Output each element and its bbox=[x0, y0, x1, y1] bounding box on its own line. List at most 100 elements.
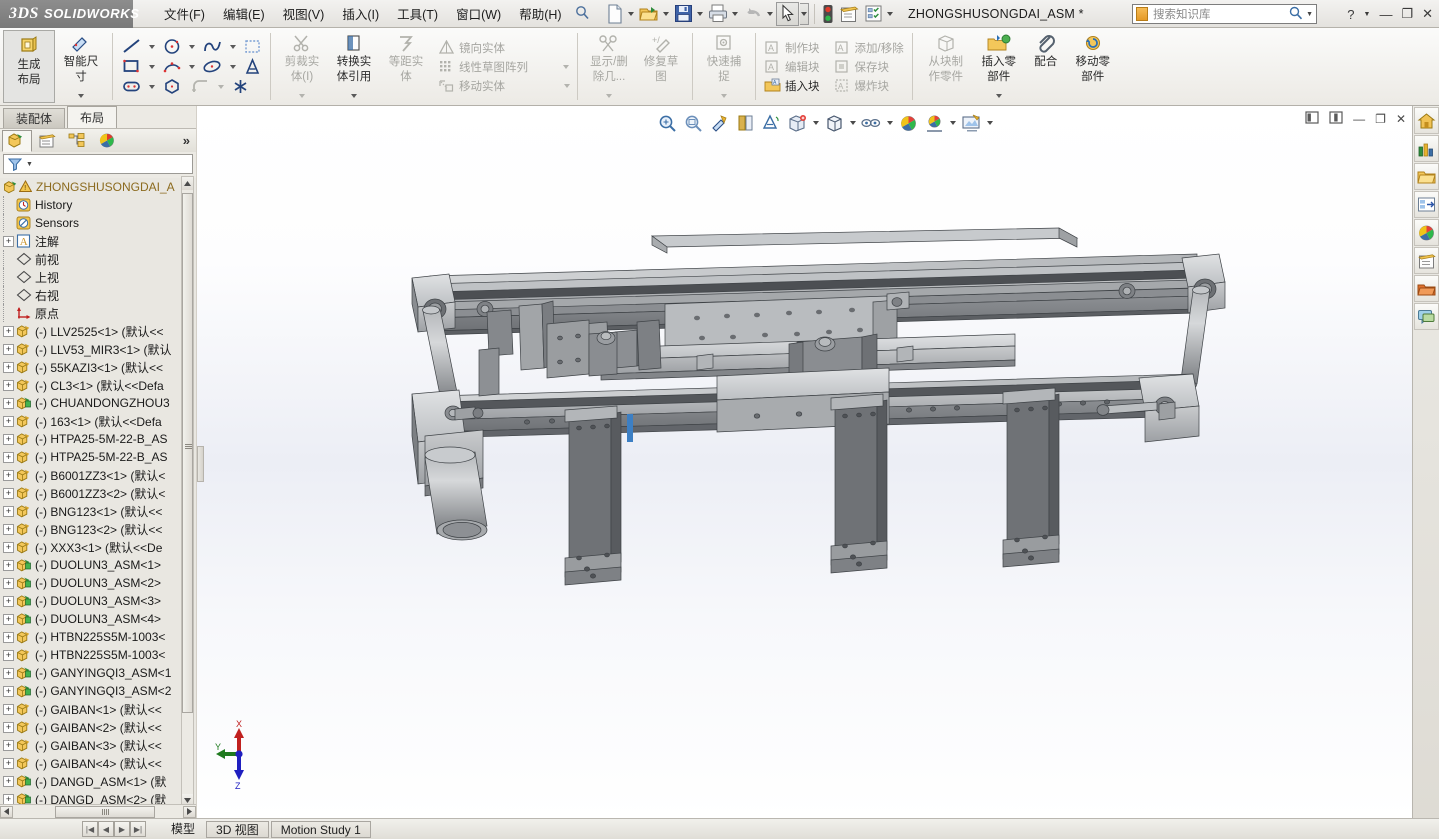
edit-block-button[interactable]: A 编辑块 bbox=[761, 58, 823, 76]
tree-expand-toggle[interactable]: + bbox=[3, 704, 14, 715]
slot-tool-dropdown[interactable] bbox=[147, 80, 157, 94]
convert-entities-dropdown[interactable] bbox=[349, 89, 359, 103]
solidworks-resources-icon[interactable] bbox=[1414, 107, 1439, 134]
feature-tree[interactable]: !ZHONGSHUSONGDAI_AHistorySensors+A注解前视上视… bbox=[0, 178, 196, 808]
open-document-dropdown[interactable] bbox=[662, 3, 671, 25]
menu-window[interactable]: 窗口(W) bbox=[447, 0, 510, 27]
quick-snaps-button[interactable]: 快速捕 捉 bbox=[698, 30, 750, 103]
move-entities-button[interactable]: 移动实体 bbox=[435, 77, 508, 95]
mirror-entities-button[interactable]: 镜向实体 bbox=[435, 39, 508, 57]
repair-sketch-button[interactable]: +/ 修复草 图 bbox=[635, 30, 687, 103]
tree-expand-toggle[interactable]: + bbox=[3, 632, 14, 643]
insert-block-button[interactable]: A 插入块 bbox=[761, 77, 823, 95]
tree-expand-toggle[interactable]: + bbox=[3, 398, 14, 409]
tree-expand-toggle[interactable]: + bbox=[3, 596, 14, 607]
line-tool-dropdown[interactable] bbox=[147, 40, 157, 54]
tree-expand-toggle[interactable]: + bbox=[3, 578, 14, 589]
print-document-button[interactable] bbox=[706, 2, 730, 26]
smart-dimension-dropdown[interactable] bbox=[76, 89, 86, 103]
tree-expand-toggle[interactable]: + bbox=[3, 794, 14, 805]
three-point-arc-button[interactable] bbox=[159, 57, 185, 76]
nav-next-button[interactable]: ▶ bbox=[114, 821, 130, 837]
tree-item[interactable]: +(-) GANYINGQI3_ASM<2 bbox=[0, 682, 196, 700]
nav-last-button[interactable]: ▶| bbox=[130, 821, 146, 837]
tree-expand-toggle[interactable]: + bbox=[3, 722, 14, 733]
file-properties-button[interactable] bbox=[837, 2, 861, 26]
tree-item[interactable]: !ZHONGSHUSONGDAI_A bbox=[0, 178, 196, 196]
mate-button[interactable]: 配合 bbox=[1024, 30, 1068, 103]
tree-scroll-thumb[interactable] bbox=[182, 193, 193, 713]
tree-expand-toggle[interactable]: + bbox=[3, 344, 14, 355]
tree-expand-toggle[interactable]: + bbox=[3, 362, 14, 373]
tree-item[interactable]: +(-) DUOLUN3_ASM<2> bbox=[0, 574, 196, 592]
rectangle-tool-dropdown[interactable] bbox=[147, 60, 157, 74]
tree-expand-toggle[interactable]: + bbox=[3, 560, 14, 571]
tree-item[interactable]: +(-) B6001ZZ3<2> (默认< bbox=[0, 484, 196, 502]
tree-item[interactable]: +(-) HTBN225S5M-1003< bbox=[0, 628, 196, 646]
sketch-text-button[interactable] bbox=[240, 57, 265, 76]
print-document-dropdown[interactable] bbox=[731, 3, 740, 25]
tree-expand-toggle[interactable]: + bbox=[3, 434, 14, 445]
sketch-point-button[interactable] bbox=[228, 77, 253, 96]
explode-block-button[interactable]: A 爆炸块 bbox=[831, 77, 893, 95]
panel-expand-chevron[interactable]: » bbox=[183, 133, 190, 148]
tree-expand-toggle[interactable]: + bbox=[3, 416, 14, 427]
three-point-arc-dropdown[interactable] bbox=[187, 60, 197, 74]
tree-item[interactable]: +(-) HTPA25-5M-22-B_AS bbox=[0, 430, 196, 448]
tree-item[interactable]: 原点 bbox=[0, 304, 196, 322]
quick-snaps-dropdown[interactable] bbox=[719, 89, 729, 103]
menu-edit[interactable]: 编辑(E) bbox=[214, 0, 274, 27]
bottom-tab-motion-study[interactable]: Motion Study 1 bbox=[271, 821, 371, 838]
hscroll-right-arrow[interactable] bbox=[183, 806, 196, 818]
tree-item[interactable]: +(-) CL3<1> (默认<<Defa bbox=[0, 376, 196, 394]
save-document-button[interactable] bbox=[672, 2, 695, 26]
select-tool-button[interactable] bbox=[776, 2, 799, 26]
menu-help[interactable]: 帮助(H) bbox=[510, 0, 570, 27]
tree-expand-toggle[interactable]: + bbox=[3, 452, 14, 463]
options-dropdown[interactable] bbox=[886, 3, 895, 25]
solidworks-forum-icon[interactable] bbox=[1414, 303, 1439, 330]
move-entities-dropdown[interactable] bbox=[562, 79, 572, 93]
open-document-button[interactable] bbox=[637, 2, 661, 26]
magnifier-icon[interactable] bbox=[1289, 6, 1303, 23]
file-explorer-icon[interactable] bbox=[1414, 163, 1439, 190]
circle-tool-dropdown[interactable] bbox=[187, 40, 197, 54]
offset-entities-button[interactable]: 等距实 体 bbox=[380, 30, 432, 103]
filter-dropdown-icon[interactable]: ▼ bbox=[26, 161, 33, 168]
smart-dimension-button[interactable]: 智能尺 寸 bbox=[55, 30, 107, 103]
sketch-fillet-dropdown[interactable] bbox=[216, 80, 226, 94]
close-icon[interactable]: ✕ bbox=[1422, 6, 1433, 22]
tree-item[interactable]: +(-) LLV2525<1> (默认<< bbox=[0, 322, 196, 340]
line-tool-button[interactable] bbox=[118, 37, 145, 56]
rebuild-button[interactable] bbox=[820, 2, 836, 26]
custom-properties-icon[interactable] bbox=[1414, 247, 1439, 274]
tree-item[interactable]: +(-) XXX3<1> (默认<<De bbox=[0, 538, 196, 556]
tree-expand-toggle[interactable]: + bbox=[3, 740, 14, 751]
convert-entities-button[interactable]: 转换实 体引用 bbox=[328, 30, 380, 103]
undo-dropdown[interactable] bbox=[766, 3, 775, 25]
tree-item[interactable]: +(-) CHUANDONGZHOU3 bbox=[0, 394, 196, 412]
display-delete-relations-button[interactable]: 显示/删 除几... bbox=[583, 30, 635, 103]
tree-expand-toggle[interactable]: + bbox=[3, 326, 14, 337]
tree-item[interactable]: +(-) DUOLUN3_ASM<4> bbox=[0, 610, 196, 628]
trim-entities-button[interactable]: 剪裁实 体(I) bbox=[276, 30, 328, 103]
sketch-fillet-button[interactable] bbox=[187, 77, 214, 96]
save-document-dropdown[interactable] bbox=[696, 3, 705, 25]
tree-item[interactable]: +(-) GAIBAN<1> (默认<< bbox=[0, 700, 196, 718]
appearances-scenes-icon[interactable] bbox=[1414, 219, 1439, 246]
tree-item[interactable]: +(-) DUOLUN3_ASM<3> bbox=[0, 592, 196, 610]
feature-manager-tree-icon[interactable] bbox=[2, 130, 32, 152]
tree-item[interactable]: +(-) DANGD_ASM<1> (默 bbox=[0, 772, 196, 790]
nav-prev-button[interactable]: ◀ bbox=[98, 821, 114, 837]
move-component-button[interactable]: 移动零 部件 bbox=[1068, 30, 1118, 103]
make-layout-button[interactable]: 生成 布局 bbox=[3, 30, 55, 103]
configuration-manager-icon[interactable] bbox=[62, 130, 92, 152]
polygon-tool-button[interactable] bbox=[159, 77, 185, 96]
spline-tool-dropdown[interactable] bbox=[228, 40, 238, 54]
tree-item[interactable]: +(-) GANYINGQI3_ASM<1 bbox=[0, 664, 196, 682]
tree-item[interactable]: +(-) HTBN225S5M-1003< bbox=[0, 646, 196, 664]
tree-item[interactable]: +(-) GAIBAN<2> (默认<< bbox=[0, 718, 196, 736]
make-block-button[interactable]: A 制作块 bbox=[761, 39, 823, 57]
add-remove-block-button[interactable]: A 添加/移除 bbox=[831, 39, 907, 57]
tree-vertical-scrollbar[interactable] bbox=[181, 176, 194, 808]
